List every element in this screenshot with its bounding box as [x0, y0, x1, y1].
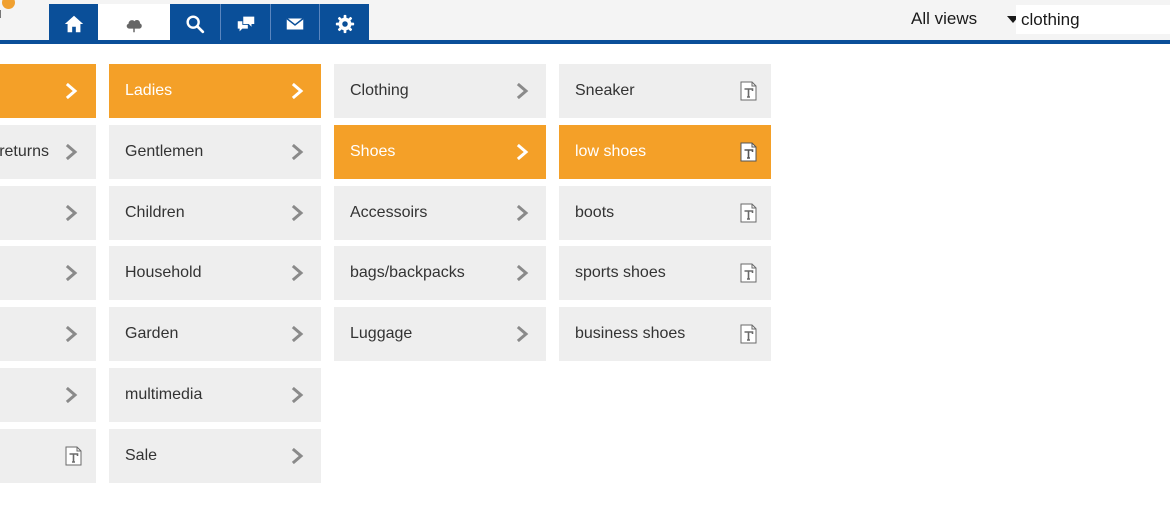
chevron-right-icon	[516, 83, 529, 99]
category-item[interactable]	[0, 185, 96, 240]
views-dropdown-label: All views	[911, 9, 978, 28]
category-item[interactable]: Gentlemen	[109, 124, 321, 179]
text-document-icon	[740, 203, 757, 223]
notification-badge-icon[interactable]	[2, 0, 15, 9]
top-toolbar: All views	[0, 0, 1170, 44]
category-item-label: Accessoirs	[350, 203, 428, 221]
category-item[interactable]: Sale	[109, 428, 321, 483]
chevron-right-icon	[516, 143, 529, 160]
mail-icon	[286, 17, 304, 30]
category-item[interactable]: Clothing	[334, 64, 546, 118]
category-item[interactable]	[0, 246, 96, 301]
tab-mail[interactable]	[271, 4, 319, 44]
chevron-right-icon	[516, 204, 529, 221]
home-icon	[64, 15, 83, 33]
category-item[interactable]: business shoes	[559, 307, 771, 362]
chat-icon	[237, 16, 254, 32]
category-item[interactable]: Accessoirs	[334, 185, 546, 240]
chevron-right-icon	[516, 326, 529, 343]
text-document-icon	[740, 324, 757, 344]
category-item-label: Shoes	[350, 142, 396, 160]
category-item[interactable]: boots	[559, 185, 771, 240]
category-item-label: business shoes	[575, 325, 686, 343]
category-item-label: Garden	[125, 325, 179, 343]
chevron-right-icon	[65, 204, 78, 221]
text-document-icon	[740, 142, 757, 162]
category-item[interactable]: returns	[0, 124, 96, 179]
tab-settings[interactable]	[320, 4, 369, 44]
category-item-label: low shoes	[575, 142, 647, 160]
category-item[interactable]: Luggage	[334, 307, 546, 362]
category-item-label: Ladies	[125, 82, 173, 99]
category-item[interactable]: low shoes	[559, 124, 771, 179]
tab-search[interactable]	[170, 4, 220, 44]
category-item[interactable]: bags/backpacks	[334, 246, 546, 301]
category-item-label: Household	[125, 264, 202, 282]
text-document-icon	[740, 81, 757, 101]
category-item-label: returns	[0, 142, 49, 160]
chevron-right-icon	[291, 83, 304, 99]
category-item[interactable]: Sneaker	[559, 64, 771, 118]
chevron-right-icon	[291, 447, 304, 464]
category-item[interactable]: Household	[109, 246, 321, 301]
category-item[interactable]	[0, 64, 96, 118]
category-item-label: multimedia	[125, 386, 203, 403]
chevron-right-icon	[291, 143, 304, 160]
category-item[interactable]: Shoes	[334, 124, 546, 179]
chevron-right-icon	[291, 265, 304, 282]
category-item-label: Sale	[125, 446, 158, 464]
chevron-right-icon	[65, 326, 78, 343]
tab-chat[interactable]	[221, 4, 270, 44]
search-input[interactable]	[1016, 5, 1170, 34]
category-item-label: Luggage	[350, 325, 413, 343]
category-item-label: sports shoes	[575, 264, 666, 282]
edge-marker	[0, 10, 4, 18]
chevron-right-icon	[291, 387, 304, 403]
category-item[interactable]	[0, 428, 96, 483]
category-item[interactable]: sports shoes	[559, 246, 771, 301]
category-item-label: Clothing	[350, 82, 409, 99]
category-item[interactable]: Garden	[109, 307, 321, 362]
toolbar-underline	[0, 40, 1170, 44]
search-icon	[186, 15, 205, 34]
views-dropdown[interactable]: All views	[911, 8, 1020, 30]
category-item[interactable]: Children	[109, 185, 321, 240]
chevron-right-icon	[291, 326, 304, 343]
tab-home[interactable]	[49, 4, 98, 44]
category-item[interactable]: Ladies	[109, 64, 321, 118]
category-item[interactable]	[0, 368, 96, 422]
tab-cloud[interactable]	[98, 4, 170, 44]
text-document-icon	[740, 263, 757, 283]
category-item-label: boots	[575, 203, 615, 221]
category-item-label: Children	[125, 203, 185, 221]
gear-icon	[335, 14, 354, 34]
chevron-right-icon	[65, 143, 78, 160]
category-item-label: Gentlemen	[125, 142, 204, 160]
category-item[interactable]: multimedia	[109, 368, 321, 422]
chevron-right-icon	[65, 265, 78, 282]
chevron-right-icon	[65, 83, 78, 99]
category-item[interactable]	[0, 307, 96, 362]
chevron-right-icon	[291, 204, 304, 221]
chevron-right-icon	[65, 387, 78, 403]
category-item-label: bags/backpacks	[350, 264, 465, 282]
text-document-icon	[65, 446, 82, 466]
chevron-right-icon	[516, 265, 529, 282]
cloud-icon	[126, 20, 142, 33]
category-item-label: Sneaker	[575, 82, 635, 99]
